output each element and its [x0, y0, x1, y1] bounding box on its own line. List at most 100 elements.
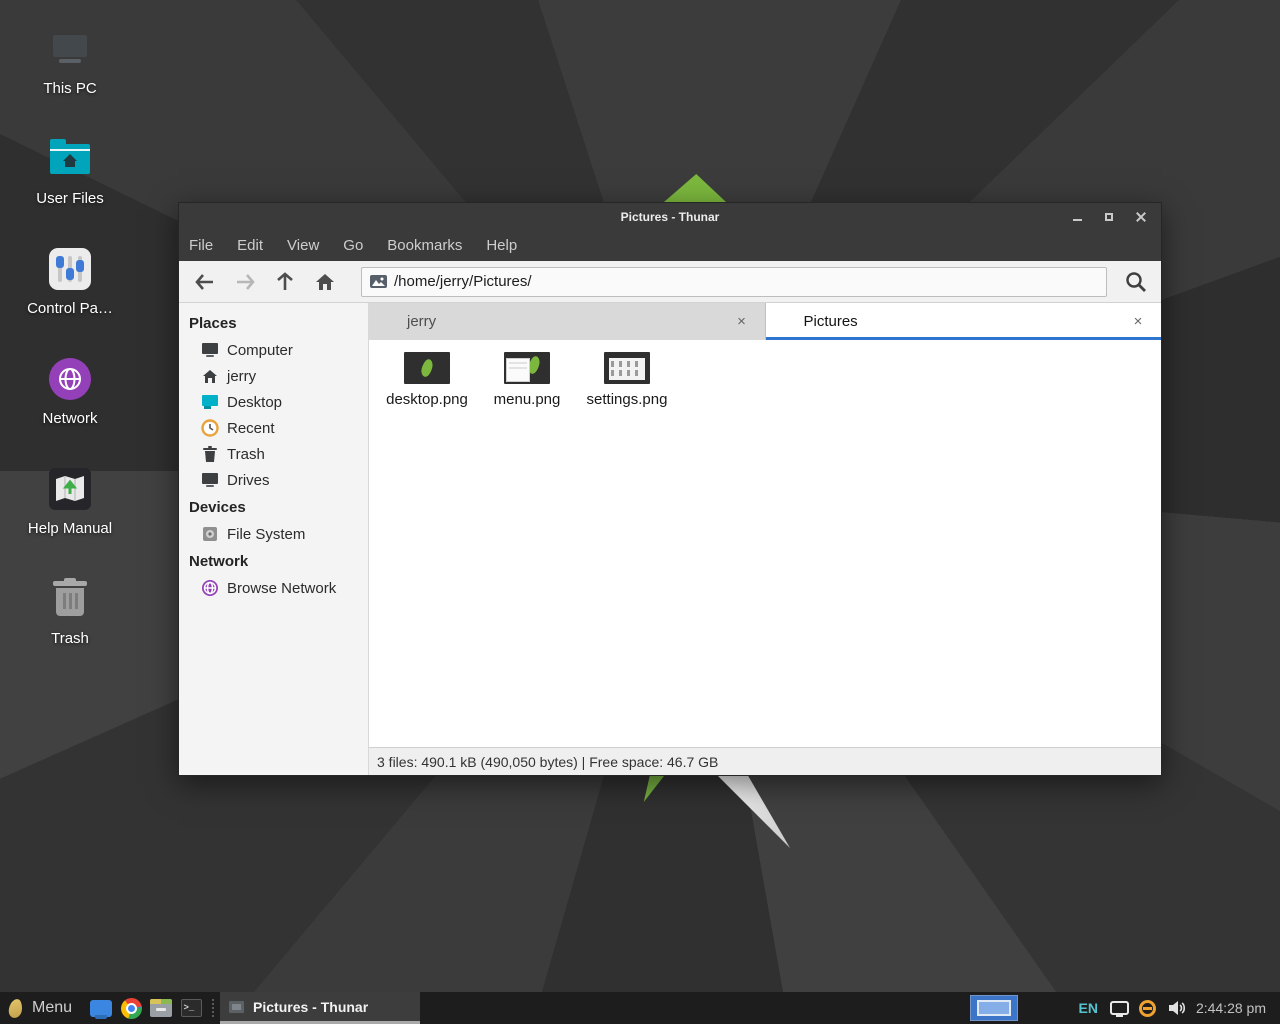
close-button[interactable]: [1131, 208, 1151, 226]
menu-file[interactable]: File: [189, 237, 213, 254]
forward-button[interactable]: [227, 266, 263, 298]
task-button-thunar[interactable]: Pictures - Thunar: [220, 992, 420, 1024]
help-manual-icon: [47, 466, 93, 512]
file-menu-png[interactable]: menu.png: [477, 352, 577, 408]
desktop-icon-network[interactable]: Network: [10, 356, 130, 450]
file-desktop-png[interactable]: desktop.png: [377, 352, 477, 408]
taskbar: Menu >_ Pictures - Thunar EN 2:44:28 pm: [0, 992, 1280, 1024]
minimize-button[interactable]: [1067, 208, 1087, 226]
desktop-icon-this-pc[interactable]: This PC: [10, 26, 130, 120]
chrome-icon: [121, 998, 142, 1019]
maximize-button[interactable]: [1099, 208, 1119, 226]
titlebar[interactable]: Pictures - Thunar: [179, 203, 1161, 230]
desktop-icon-label: Control Pa…: [27, 300, 113, 317]
menu-bookmarks[interactable]: Bookmarks: [387, 237, 462, 254]
sidebar-item-desktop[interactable]: Desktop: [179, 389, 368, 415]
browse-network-icon: [201, 579, 219, 597]
status-bar: 3 files: 490.1 kB (490,050 bytes) | Free…: [369, 747, 1161, 775]
menu-help[interactable]: Help: [486, 237, 517, 254]
active-workspace: [977, 1000, 1011, 1016]
computer-icon: [201, 341, 219, 359]
menubar: File Edit View Go Bookmarks Help: [179, 230, 1161, 261]
file-manager-launcher[interactable]: [146, 994, 176, 1022]
main-pane: jerry × Pictures × desktop.png: [369, 303, 1161, 775]
tab-close-icon[interactable]: ×: [733, 313, 751, 330]
sidebar-item-computer[interactable]: Computer: [179, 337, 368, 363]
thunar-task-icon: [229, 1001, 244, 1013]
sidebar-item-browse-network[interactable]: Browse Network: [179, 575, 368, 601]
desktop-icon-user-files[interactable]: User Files: [10, 136, 130, 230]
search-icon: [1125, 271, 1147, 293]
tab-jerry[interactable]: jerry ×: [369, 303, 766, 340]
back-button[interactable]: [187, 266, 223, 298]
file-thumbnail: [604, 352, 650, 384]
home-icon: [201, 367, 219, 385]
taskbar-separator: [212, 999, 214, 1017]
sidebar-item-home[interactable]: jerry: [179, 363, 368, 389]
desktop-icon-label: Trash: [51, 630, 89, 647]
sidebar-item-drives[interactable]: Drives: [179, 467, 368, 493]
search-button[interactable]: [1119, 266, 1153, 298]
sidebar: Places Computer jerry Desktop Recent: [179, 303, 369, 775]
file-settings-png[interactable]: settings.png: [577, 352, 677, 408]
network-globe-icon: [47, 356, 93, 402]
desktop-icon-label: Help Manual: [28, 520, 112, 537]
recent-clock-icon: [201, 419, 219, 437]
tab-pictures[interactable]: Pictures ×: [766, 303, 1162, 340]
show-desktop-button[interactable]: [86, 994, 116, 1022]
clock[interactable]: 2:44:28 pm: [1196, 1000, 1266, 1016]
desktop-icon-help-manual[interactable]: Help Manual: [10, 466, 130, 560]
terminal-icon: >_: [181, 999, 202, 1017]
home-button[interactable]: [307, 266, 343, 298]
home-folder-icon: [47, 136, 93, 182]
up-button[interactable]: [267, 266, 303, 298]
menu-view[interactable]: View: [287, 237, 319, 254]
trash-icon: [201, 445, 219, 463]
sidebar-header-network: Network: [179, 547, 368, 575]
volume-icon[interactable]: [1168, 1000, 1186, 1016]
file-cabinet-icon: [150, 999, 172, 1017]
file-thumbnail: [404, 352, 450, 384]
file-view[interactable]: desktop.png menu.png settings.png: [369, 340, 1161, 747]
path-bar[interactable]: /home/jerry/Pictures/: [361, 267, 1107, 297]
display-tray-icon[interactable]: [1110, 1001, 1129, 1015]
image-icon: [370, 275, 387, 288]
keyboard-layout-indicator[interactable]: EN: [1078, 1000, 1097, 1016]
control-panel-icon: [47, 246, 93, 292]
wallpaper-white-shard: [718, 776, 790, 848]
tab-close-icon[interactable]: ×: [1129, 313, 1147, 330]
desktop-icon-trash[interactable]: Trash: [10, 576, 130, 670]
show-desktop-icon: [90, 1000, 112, 1017]
filesystem-icon: [201, 525, 219, 543]
menu-leaf-icon[interactable]: [8, 998, 23, 1018]
thunar-window: Pictures - Thunar File Edit View Go Book…: [178, 202, 1162, 776]
tab-bar: jerry × Pictures ×: [369, 303, 1161, 340]
sidebar-item-file-system[interactable]: File System: [179, 521, 368, 547]
wallpaper-leaf-bottom: [642, 776, 664, 802]
update-manager-icon[interactable]: [1139, 1000, 1156, 1017]
drive-icon: [201, 471, 219, 489]
terminal-launcher[interactable]: >_: [176, 994, 206, 1022]
file-thumbnail: [504, 352, 550, 384]
wallpaper-leaf-top: [664, 174, 726, 202]
sidebar-header-devices: Devices: [179, 493, 368, 521]
workspace-switcher[interactable]: [970, 995, 1018, 1021]
window-title: Pictures - Thunar: [179, 210, 1161, 224]
menu-go[interactable]: Go: [343, 237, 363, 254]
desktop-screen: This PC User Files Control Pa… Network H…: [0, 0, 1280, 1024]
desktop-icon-label: This PC: [43, 80, 96, 97]
menu-button[interactable]: Menu: [32, 999, 72, 1017]
menu-edit[interactable]: Edit: [237, 237, 263, 254]
browser-launcher[interactable]: [116, 994, 146, 1022]
status-text: 3 files: 490.1 kB (490,050 bytes) | Free…: [377, 754, 718, 770]
desktop-icon-label: User Files: [36, 190, 104, 207]
path-text: /home/jerry/Pictures/: [394, 273, 532, 290]
computer-icon: [47, 26, 93, 72]
toolbar: /home/jerry/Pictures/: [179, 261, 1161, 303]
desktop-icon-control-panel[interactable]: Control Pa…: [10, 246, 130, 340]
desktop-icon-label: Network: [42, 410, 97, 427]
sidebar-header-places: Places: [179, 309, 368, 337]
sidebar-item-trash[interactable]: Trash: [179, 441, 368, 467]
sidebar-item-recent[interactable]: Recent: [179, 415, 368, 441]
trash-icon: [47, 576, 93, 622]
